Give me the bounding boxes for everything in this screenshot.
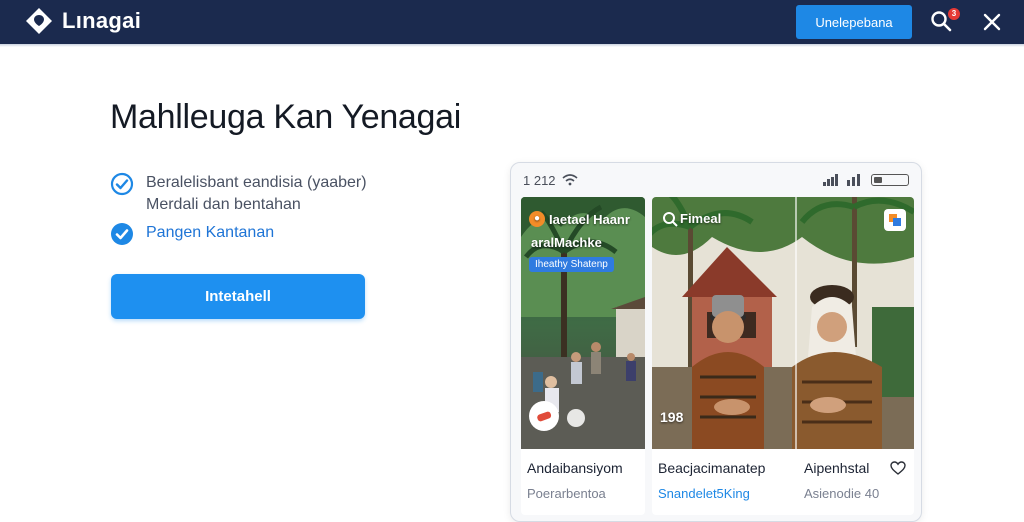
feature-line: Beralelisbant eandisia (yaaber) <box>146 174 367 191</box>
notification-badge: 3 <box>948 8 960 20</box>
card-title: Andaibansiyom <box>527 460 623 476</box>
feed-card[interactable]: ● Iaetael Haanr aralMachke Iheathy Shate… <box>521 197 645 515</box>
top-navigation-bar: Lınagai Unelepebana 3 <box>0 0 1024 44</box>
feature-line: Merdali dan bentahan <box>146 196 301 213</box>
feature-text: Beralelisbant eandisia (yaaber) Merdali … <box>146 172 367 216</box>
status-time: 1 212 <box>523 172 556 188</box>
avatar-icon: ● <box>529 211 545 227</box>
card-title: Beacjacimanatep <box>658 460 766 476</box>
signal-icon <box>823 174 838 186</box>
brand-logo-icon <box>26 8 52 34</box>
status-right <box>823 174 909 186</box>
search-button[interactable]: 3 <box>930 8 960 36</box>
card-subtitle: Poerarbentoa <box>527 486 606 501</box>
search-icon[interactable] <box>662 211 678 227</box>
tag-icon <box>537 411 552 422</box>
phone-preview: 1 212 ● Iaetael Haanr aralMachke Iheathy… <box>510 162 922 522</box>
card-overlay-subtitle: aralMachke <box>531 235 602 250</box>
card-tag[interactable]: Iheathy Shatenp <box>529 257 614 272</box>
more-options-icon[interactable] <box>567 409 585 427</box>
card-overlay-title: Fimeal <box>680 211 722 226</box>
card-photo <box>652 197 914 449</box>
phone-status-bar: 1 212 <box>523 171 909 189</box>
card-overlay-title: ● Iaetael Haanr <box>529 211 630 227</box>
cta-button[interactable]: Unelepebana <box>796 5 912 39</box>
feature-text: Pangen Kantanan <box>146 224 275 241</box>
feed-card[interactable]: Fimeal 198 Beacjacimanatep Snandelet5Kin… <box>652 197 914 515</box>
action-button[interactable] <box>529 401 559 431</box>
card-overlay-title-text: Iaetael Haanr <box>549 211 630 227</box>
close-icon[interactable] <box>980 10 1004 34</box>
check-outline-icon <box>110 172 134 196</box>
feature-item: Pangen Kantanan <box>110 222 274 246</box>
card-count: 198 <box>660 409 684 425</box>
check-filled-icon <box>111 223 133 245</box>
heart-icon[interactable] <box>890 461 906 475</box>
card-subtitle[interactable]: Snandelet5King <box>658 486 750 501</box>
install-button[interactable]: Intetahell <box>111 274 365 319</box>
card-subtitle: Asienodie 40 <box>804 486 880 501</box>
feature-item: Beralelisbant eandisia (yaaber) Merdali … <box>110 172 367 216</box>
page-title: Mahlleuga Kan Yenagai <box>110 98 462 136</box>
brand[interactable]: Lınagai <box>24 6 141 36</box>
brand-name: Lınagai <box>62 8 142 33</box>
share-icon <box>889 214 901 226</box>
share-button[interactable] <box>884 209 906 231</box>
card-title: Aipenhstal <box>804 460 870 476</box>
battery-icon <box>871 174 909 186</box>
photo-divider <box>795 197 797 449</box>
signal-icon <box>847 174 860 186</box>
header-shadow <box>0 44 1024 47</box>
wifi-icon <box>562 174 578 186</box>
